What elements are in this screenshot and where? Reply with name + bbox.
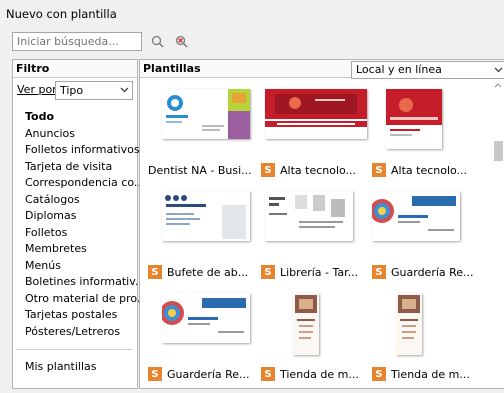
search-icon[interactable]	[150, 34, 166, 50]
scroll-up-icon[interactable]	[491, 81, 504, 91]
filter-item-diplomas[interactable]: Diplomas	[25, 208, 147, 225]
template-thumbnail	[162, 89, 250, 139]
filter-item-folletos-informativos[interactable]: Folletos informativos	[25, 142, 147, 159]
template-label: Guardería Re...	[167, 367, 250, 381]
template-label: Tienda de m...	[280, 367, 359, 381]
template-thumbnail	[386, 89, 442, 149]
view-type-select[interactable]: Tipo	[55, 81, 133, 100]
vertical-scrollbar[interactable]	[491, 79, 504, 388]
template-thumbnail	[265, 191, 353, 241]
chevron-down-icon	[494, 67, 503, 73]
filter-item-tarjetas-postales[interactable]: Tarjetas postales	[25, 307, 147, 324]
template-type-icon: S	[372, 163, 386, 177]
filter-item-tarjeta-de-visita[interactable]: Tarjeta de visita	[25, 159, 147, 176]
chevron-down-icon	[120, 87, 129, 93]
template-type-icon: S	[148, 367, 162, 381]
filter-item-mis-plantillas[interactable]: Mis plantillas	[25, 360, 96, 373]
filter-item-todo[interactable]: Todo	[25, 109, 147, 126]
template-caption: S Guardería Re...	[372, 263, 484, 281]
template-label: Bufete de ab...	[167, 265, 249, 279]
template-thumbnail	[162, 191, 250, 241]
template-thumbnail	[372, 191, 460, 241]
template-thumbnail	[396, 293, 422, 355]
template-caption: S Librería - Tar...	[261, 263, 373, 281]
templates-panel: Plantillas Local y en línea Dentist NA -…	[139, 59, 504, 389]
template-label: Alta tecnolo...	[280, 163, 357, 177]
template-type-icon: S	[261, 367, 275, 381]
template-label: Dentist NA - Busi...	[148, 163, 252, 177]
template-caption: S Alta tecnolo...	[261, 161, 373, 179]
ver-por-label: Ver por:	[17, 83, 61, 96]
template-caption: S Alta tecnolo...	[372, 161, 484, 179]
filter-header: Filtro	[13, 60, 137, 78]
clear-search-icon[interactable]	[174, 34, 190, 50]
scrollbar-thumb[interactable]	[494, 141, 503, 161]
template-card[interactable]: S Tienda de m...	[372, 283, 484, 385]
template-type-icon: S	[148, 265, 162, 279]
template-label: Librería - Tar...	[280, 265, 359, 279]
template-label: Alta tecnolo...	[391, 163, 468, 177]
template-card[interactable]: S Guardería Re...	[148, 283, 260, 385]
template-type-icon: S	[261, 163, 275, 177]
template-card[interactable]: S Tienda de m...	[261, 283, 373, 385]
search-box[interactable]	[12, 32, 142, 51]
template-caption: S Guardería Re...	[148, 365, 260, 383]
template-card[interactable]: S Alta tecnolo...	[261, 79, 373, 181]
template-caption: S Tienda de m...	[372, 365, 484, 383]
window-title: Nuevo con plantilla	[6, 7, 117, 21]
filter-item-catalogos[interactable]: Catálogos	[25, 192, 147, 209]
template-type-icon: S	[261, 265, 275, 279]
filter-panel: Filtro Ver por: Tipo Todo Anuncios Folle…	[12, 59, 147, 389]
template-type-icon: S	[372, 265, 386, 279]
filter-item-posteres[interactable]: Pósteres/Letreros	[25, 324, 147, 341]
filter-item-correspondencia[interactable]: Correspondencia co...	[25, 175, 147, 192]
template-caption: S Bufete de ab...	[148, 263, 260, 281]
template-caption: Dentist NA - Busi...	[148, 161, 260, 179]
filter-item-boletines[interactable]: Boletines informativ...	[25, 274, 147, 291]
template-card[interactable]: S Guardería Re...	[372, 181, 484, 283]
location-select[interactable]: Local y en línea	[351, 61, 504, 79]
filter-item-folletos[interactable]: Folletos	[25, 225, 147, 242]
view-type-value: Tipo	[60, 84, 84, 97]
search-input[interactable]	[13, 33, 137, 50]
filter-item-anuncios[interactable]: Anuncios	[25, 126, 147, 143]
filter-item-otro-material[interactable]: Otro material de pro...	[25, 291, 147, 308]
template-card[interactable]: S Alta tecnolo...	[372, 79, 484, 181]
filter-item-menus[interactable]: Menús	[25, 258, 147, 275]
template-card[interactable]: Dentist NA - Busi...	[148, 79, 260, 181]
template-thumbnail	[162, 293, 250, 343]
filter-item-membretes[interactable]: Membretes	[25, 241, 147, 258]
template-card[interactable]: S Librería - Tar...	[261, 181, 373, 283]
template-thumbnail	[293, 293, 319, 355]
template-label: Tienda de m...	[391, 367, 470, 381]
template-card[interactable]: S Bufete de ab...	[148, 181, 260, 283]
template-label: Guardería Re...	[391, 265, 474, 279]
location-value: Local y en línea	[356, 63, 442, 76]
template-caption: S Tienda de m...	[261, 365, 373, 383]
template-grid: Dentist NA - Busi... S Alta tecnolo... S…	[140, 79, 490, 388]
template-type-icon: S	[372, 367, 386, 381]
divider	[17, 349, 133, 350]
template-thumbnail	[265, 89, 367, 139]
